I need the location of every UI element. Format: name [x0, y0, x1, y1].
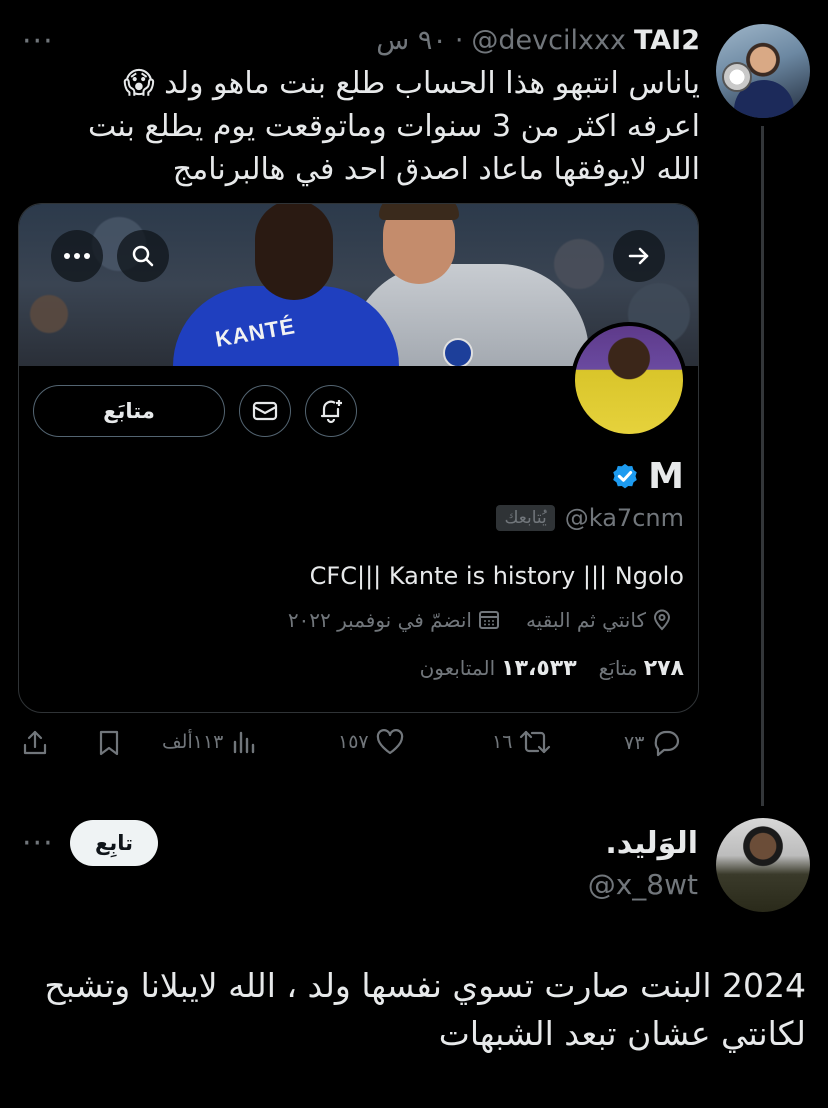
tweet-text: ياناس انتبهو هذا الحساب طلع بنت ماهو ولد…	[88, 62, 700, 191]
share-button[interactable]	[20, 728, 50, 758]
following-button[interactable]: متابَع	[33, 385, 225, 437]
following-label: متابَع	[598, 656, 638, 680]
like-button[interactable]: ١٥٧	[338, 728, 405, 756]
following-stat[interactable]: ٢٧٨متابَع	[599, 656, 684, 681]
follows-you-badge: يُتابعك	[496, 505, 555, 531]
location-pin-icon	[653, 609, 671, 631]
more-options-icon[interactable]: ···	[22, 826, 54, 861]
reply-author-name[interactable]: الوَليد.	[605, 826, 698, 861]
search-icon[interactable]	[117, 230, 169, 282]
like-count: ١٥٧	[338, 731, 369, 753]
views-count: ١١٣ألف	[162, 731, 224, 753]
author-avatar[interactable]	[716, 24, 810, 118]
views-chart-icon	[234, 731, 255, 754]
share-icon	[23, 730, 47, 755]
tweet-text-line: ياناس انتبهو هذا الحساب طلع بنت ماهو ولد…	[123, 66, 700, 101]
reply-icon	[655, 730, 680, 757]
tweet-actions: ١١٣ألف ١٥٧ ١٦ ٧٣	[20, 728, 700, 768]
banner-crest	[443, 338, 473, 366]
bookmark-icon	[99, 730, 119, 756]
views-button[interactable]: ١١٣ألف	[162, 728, 257, 756]
followers-count: ١٣،٥٣٣	[501, 656, 577, 681]
repost-icon	[520, 730, 551, 754]
joined-text: انضمّ في نوفمبر ٢٠٢٢	[287, 608, 472, 632]
profile-joined: انضمّ في نوفمبر ٢٠٢٢	[288, 608, 500, 632]
verified-badge-icon	[613, 463, 637, 488]
tweet-text-line: لكانتي عشان تبعد الشبهات	[438, 1014, 806, 1053]
profile-card[interactable]: KANTÉ متابَع M @ka7cnm يُتابعك CFC||| Ka…	[18, 203, 699, 713]
thread-line	[761, 126, 764, 806]
profile-handle-row: @ka7cnm يُتابعك	[496, 504, 684, 532]
tweet-text-line: اعرفه اكثر من 3 سنوات وماتوقعت يوم يطلع …	[88, 109, 700, 144]
repost-button[interactable]: ١٦	[492, 728, 552, 756]
tweet-header: TAI2 @devcilxxx · ٩٠ س	[376, 22, 700, 58]
banner-player-left-head	[255, 204, 333, 300]
reply-button[interactable]: ٧٣	[624, 728, 682, 758]
reply-count: ٧٣	[624, 732, 645, 754]
profile-bio: CFC||| Kante is history ||| Ngolo	[309, 562, 684, 590]
profile-location: كانتي ثم البقيه	[526, 608, 672, 632]
separator-dot: ·	[454, 24, 464, 56]
profile-handle: @ka7cnm	[564, 504, 684, 532]
tweet-text-line: 2024 البنت صارت تسوي نفسها ولد ، الله لا…	[44, 966, 806, 1005]
bookmark-button[interactable]	[94, 728, 124, 758]
profile-meta: كانتي ثم البقيه انضمّ في نوفمبر ٢٠٢٢	[288, 608, 672, 632]
mail-icon[interactable]	[239, 385, 291, 437]
profile-name-row: M	[610, 456, 684, 497]
more-icon[interactable]	[51, 230, 103, 282]
profile-avatar[interactable]	[571, 322, 687, 438]
profile-name: M	[648, 456, 684, 497]
calendar-icon	[478, 611, 499, 629]
author-handle[interactable]: @devcilxxx	[471, 25, 626, 56]
reply-tweet-text: 2024 البنت صارت تسوي نفسها ولد ، الله لا…	[26, 962, 806, 1058]
follow-button[interactable]: تابِع	[70, 820, 158, 866]
more-options-icon[interactable]: ···	[22, 24, 54, 59]
avatar-ball	[722, 62, 752, 92]
repost-count: ١٦	[492, 731, 513, 753]
following-count: ٢٧٨	[643, 656, 684, 681]
arrow-right-icon[interactable]	[613, 230, 665, 282]
tweet-text-line: الله لايوفقها ماعاد اصدق احد في هالبرنام…	[172, 152, 700, 187]
tweet-time[interactable]: ٩٠ س	[376, 25, 447, 56]
followers-label: المتابعون	[419, 656, 496, 680]
banner-player-right-hair	[379, 204, 459, 220]
location-text: كانتي ثم البقيه	[525, 608, 646, 632]
author-name[interactable]: TAI2	[634, 25, 700, 56]
profile-stats: ٢٧٨متابَع ١٣،٥٣٣المتابعون	[420, 656, 684, 681]
followers-stat[interactable]: ١٣،٥٣٣المتابعون	[420, 656, 577, 681]
reply-author-handle[interactable]: @x_8wt	[588, 868, 698, 901]
heart-icon	[376, 729, 403, 755]
bell-plus-icon[interactable]	[305, 385, 357, 437]
reply-author-avatar[interactable]	[716, 818, 810, 912]
